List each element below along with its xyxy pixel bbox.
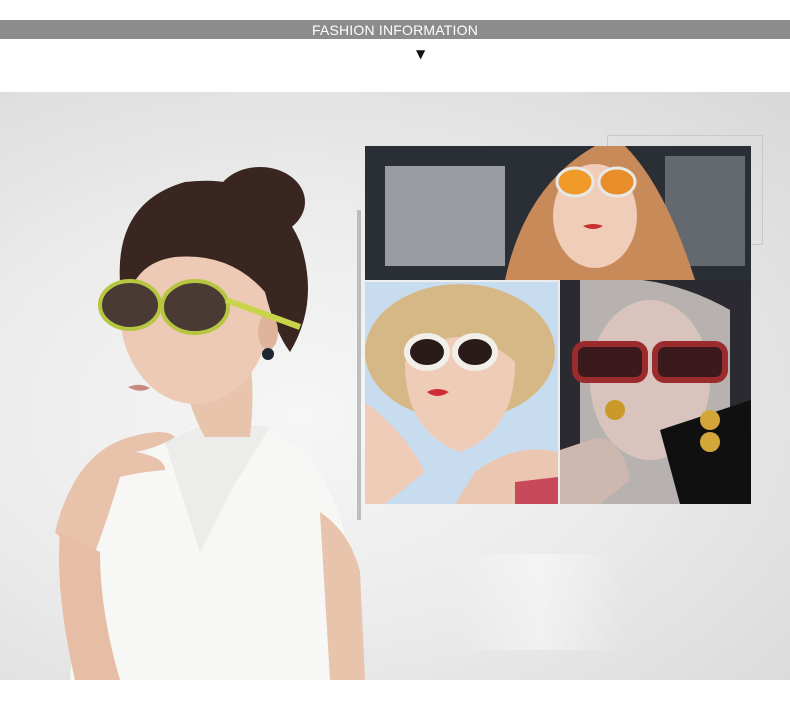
model-earring <box>262 348 274 360</box>
section-header-bar: FASHION INFORMATION <box>0 20 790 39</box>
triangle-down-icon: ▼ <box>416 47 426 61</box>
model-illustration <box>55 167 365 680</box>
photo-woman-leopard-glasses <box>560 280 751 504</box>
photo-woman-in-car <box>365 146 751 280</box>
photo-frame-edge <box>357 210 361 520</box>
photo-woman-straw-hat <box>365 282 558 504</box>
floor-reflection <box>455 554 625 650</box>
section-title: FASHION INFORMATION <box>307 21 483 38</box>
fashion-banner <box>0 92 790 680</box>
